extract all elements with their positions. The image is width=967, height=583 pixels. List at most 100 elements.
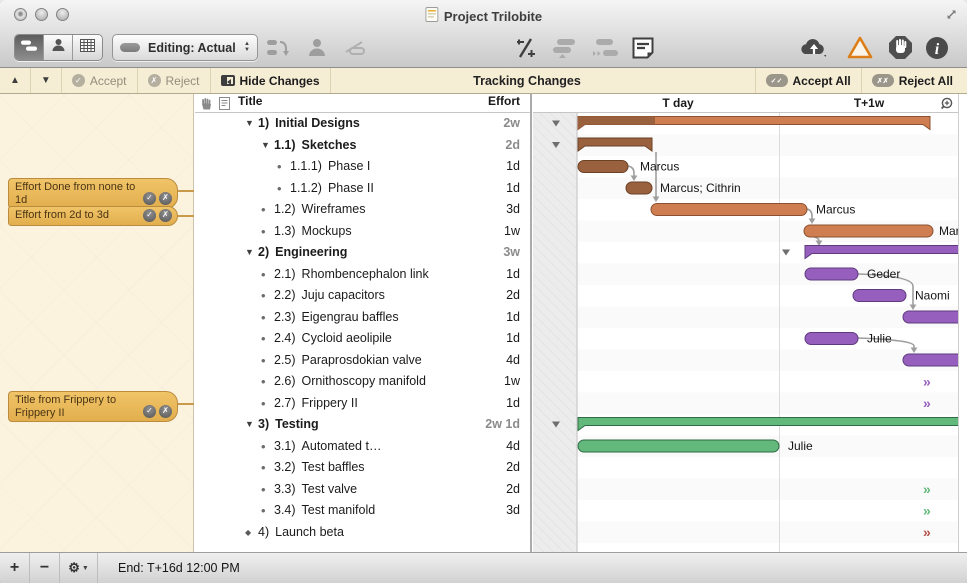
change-annotation[interactable]: Title from Frippery to Frippery II✓✗ <box>8 391 178 422</box>
disclosure-triangle[interactable]: ▼ <box>245 414 254 436</box>
close-button[interactable] <box>14 8 27 21</box>
add-child-button[interactable] <box>264 34 294 61</box>
violations-button[interactable] <box>845 34 875 61</box>
action-gear-button[interactable]: ⚙▼ <box>60 553 98 583</box>
link-dependency-button[interactable] <box>341 34 371 61</box>
gantt-task-bar[interactable] <box>805 268 858 280</box>
outline-row[interactable]: •1.3)Mockups1w <box>195 221 530 243</box>
task-bullet: • <box>261 264 266 286</box>
gantt-task-bar[interactable] <box>651 204 807 216</box>
inspector-info-button[interactable]: i <box>922 34 952 61</box>
group-tasks-button[interactable] <box>551 34 581 61</box>
minimize-button[interactable] <box>35 8 48 21</box>
hide-changes-button[interactable]: Hide Changes <box>211 68 331 93</box>
annotation-accept-button[interactable]: ✓ <box>143 405 156 418</box>
annotation-accept-button[interactable]: ✓ <box>143 192 156 205</box>
task-effort: 4d <box>506 436 520 458</box>
outline-row[interactable]: ▼3)Testing2w 1d <box>195 414 530 436</box>
previous-change-button[interactable]: ▲ <box>0 68 31 93</box>
offscreen-task-indicator: » <box>923 524 931 540</box>
outline-row[interactable]: •1.1.1)Phase I1d <box>195 156 530 178</box>
connect-tasks-button[interactable] <box>591 34 621 61</box>
outline-row[interactable]: ◆ 4)Launch beta <box>195 522 530 544</box>
effort-column-header[interactable]: Effort <box>488 94 520 108</box>
outline-row[interactable]: ▼1)Initial Designs2w <box>195 113 530 135</box>
accept-change-button[interactable]: ✓ Accept <box>62 68 138 93</box>
outline-row[interactable]: •3.4)Test manifold3d <box>195 500 530 522</box>
editing-mode-popup[interactable]: Editing: Actual ▲▼ <box>112 34 258 61</box>
change-annotation[interactable]: Effort Done from none to 1d✓✗ <box>8 178 178 209</box>
disclosure-triangle[interactable]: ▼ <box>261 135 270 157</box>
outline-row[interactable]: •1.2)Wireframes3d <box>195 199 530 221</box>
outline-row[interactable]: ▼2)Engineering3w <box>195 242 530 264</box>
outline-row[interactable]: •2.5)Paraprosdokian valve4d <box>195 350 530 372</box>
annotation-reject-button[interactable]: ✗ <box>159 192 172 205</box>
annotation-reject-button[interactable]: ✗ <box>159 209 172 222</box>
timeline-zoom-icon[interactable] <box>939 96 954 114</box>
task-effort: 3w <box>503 242 520 264</box>
timeline-label-tday: T day <box>662 94 693 113</box>
add-task-button[interactable]: + <box>0 553 30 583</box>
outline-row[interactable]: ▼1.1)Sketches2d <box>195 135 530 157</box>
change-annotation[interactable]: Effort from 2d to 3d✓✗ <box>8 206 178 226</box>
disclosure-triangle[interactable]: ▼ <box>245 113 254 135</box>
resource-view-icon <box>51 38 66 57</box>
annotation-accept-button[interactable]: ✓ <box>143 209 156 222</box>
disclosure-triangle[interactable]: ▼ <box>245 242 254 264</box>
gantt-task-bar[interactable] <box>903 311 958 323</box>
assigned-resource-label: Geder <box>867 267 900 281</box>
fullscreen-icon[interactable] <box>945 8 958 26</box>
outline-row[interactable]: •2.7)Frippery II1d <box>195 393 530 415</box>
milestone-diamond: ◆ <box>245 522 251 544</box>
task-title: 4)Launch beta <box>258 522 344 544</box>
remove-task-button[interactable]: − <box>30 553 60 583</box>
accept-all-button[interactable]: ✓✓ Accept All <box>755 68 862 93</box>
note-column-icon[interactable] <box>219 97 230 113</box>
gantt-group-bar[interactable] <box>578 138 652 151</box>
split-task-button[interactable] <box>512 34 540 61</box>
task-title: 2.4)Cycloid aeolipile <box>274 328 392 350</box>
tab-resource-view[interactable] <box>44 35 73 60</box>
gantt-task-bar[interactable] <box>578 161 628 173</box>
change-disclosure-triangle[interactable] <box>552 142 560 148</box>
timeline-header: T day T+1w <box>533 94 958 113</box>
outline-row[interactable]: •3.2)Test baffles2d <box>195 457 530 479</box>
accept-label: Accept <box>90 74 127 88</box>
gantt-task-bar[interactable] <box>903 354 958 366</box>
gantt-task-bar[interactable] <box>805 333 858 345</box>
outline-row[interactable]: •3.3)Test valve2d <box>195 479 530 501</box>
dependency-arrowhead <box>653 197 660 203</box>
reject-all-button[interactable]: ✗✗ Reject All <box>862 68 963 93</box>
outline-row[interactable]: •2.6)Ornithoscopy manifold1w <box>195 371 530 393</box>
reject-change-button[interactable]: ✗ Reject <box>138 68 211 93</box>
outline-row[interactable]: •1.1.2)Phase II1d <box>195 178 530 200</box>
title-column-header[interactable]: Title <box>238 94 262 108</box>
view-switcher <box>14 34 103 61</box>
publish-button[interactable] <box>796 34 832 61</box>
attach-note-button[interactable] <box>629 34 657 61</box>
offscreen-task-indicator: » <box>923 374 931 390</box>
outline-row[interactable]: •3.1)Automated t…4d <box>195 436 530 458</box>
outline-row[interactable]: •2.4)Cycloid aeolipile1d <box>195 328 530 350</box>
stop-sync-button[interactable] <box>885 34 915 61</box>
annotation-reject-button[interactable]: ✗ <box>159 405 172 418</box>
gantt-task-bar[interactable] <box>853 290 906 302</box>
outline-row[interactable]: •2.1)Rhombencephalon link1d <box>195 264 530 286</box>
outline-row[interactable]: •2.2)Juju capacitors2d <box>195 285 530 307</box>
change-disclosure-triangle[interactable] <box>782 250 790 256</box>
assigned-resource-label: Julie <box>867 332 892 346</box>
outline-row[interactable]: •2.3)Eigengrau baffles1d <box>195 307 530 329</box>
gantt-task-bar[interactable] <box>804 225 933 237</box>
gantt-task-bar[interactable] <box>578 440 779 452</box>
next-change-button[interactable]: ▼ <box>31 68 62 93</box>
gantt-task-bar[interactable] <box>626 182 652 194</box>
tab-gantt-view[interactable] <box>15 35 44 60</box>
gantt-group-bar[interactable] <box>578 418 958 431</box>
zoom-window-button[interactable] <box>56 8 69 21</box>
change-disclosure-triangle[interactable] <box>552 422 560 428</box>
assign-resource-button[interactable] <box>302 34 332 61</box>
tab-calendar-view[interactable] <box>73 35 102 60</box>
change-disclosure-triangle[interactable] <box>552 121 560 127</box>
hand-column-icon[interactable] <box>200 97 212 113</box>
gantt-group-bar[interactable] <box>805 246 958 259</box>
